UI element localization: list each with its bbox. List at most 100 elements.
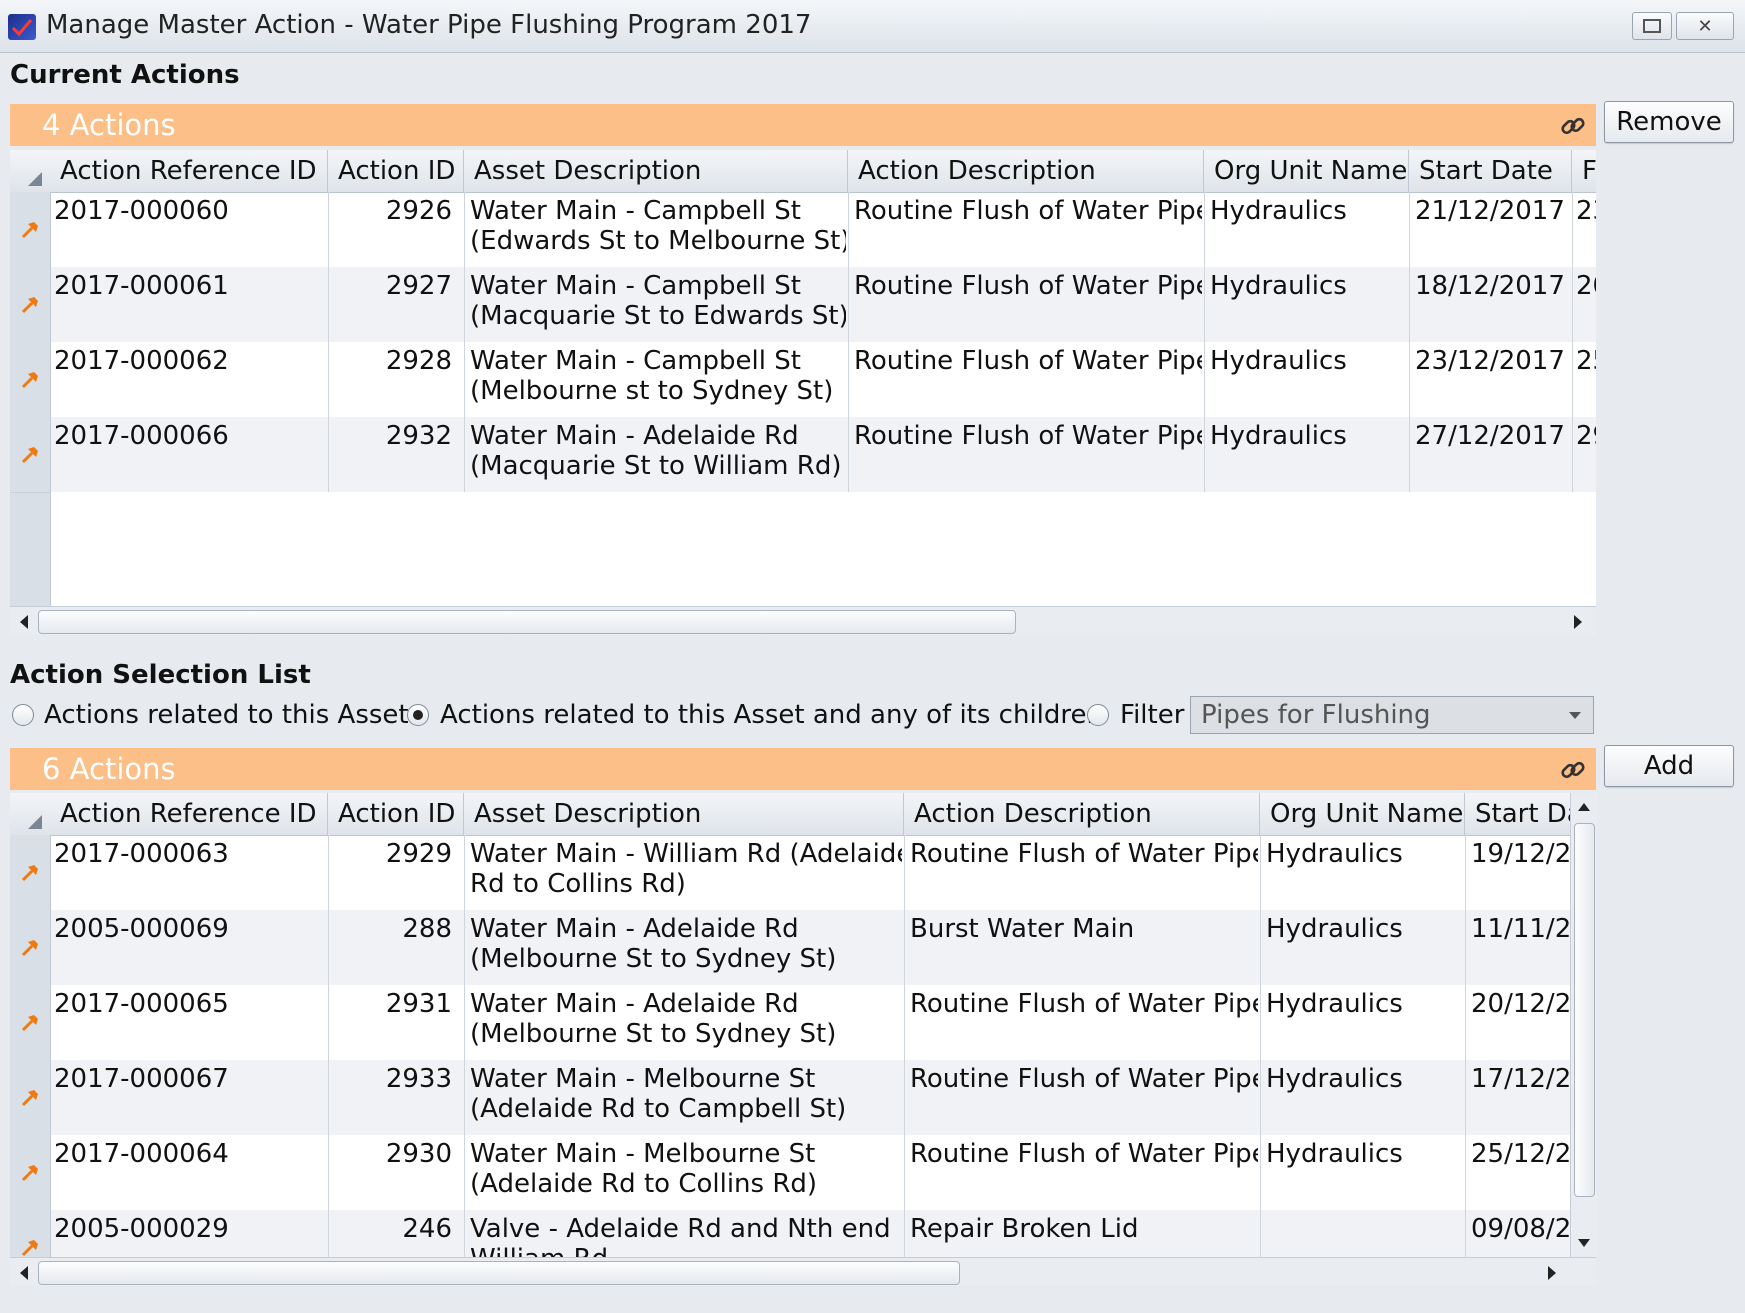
vertical-scrollbar[interactable] [1570,793,1597,1257]
hammer-icon [21,1015,38,1032]
cell-asset-description-line: William Rd [470,1244,902,1257]
cell-org-unit-line: Hydraulics [1266,1139,1403,1169]
link-icon[interactable] [1558,111,1588,141]
cell-asset-description-line: (Edwards St to Melbourne St) [470,226,846,256]
row-selector[interactable] [10,417,51,493]
column-header[interactable]: Action Reference ID [50,793,328,835]
cell-reference-id-line: 2017-000063 [54,839,229,869]
scroll-left-icon[interactable] [20,615,28,629]
column-header[interactable]: Fi [1572,150,1596,192]
add-button[interactable]: Add [1604,745,1734,787]
column-header[interactable]: Action Reference ID [50,150,328,192]
row-selector[interactable] [10,267,51,343]
cell-reference-id: 2017-000066 [54,421,324,451]
cell-start-date: 11/11/2 [1471,914,1570,944]
cell-asset-description-line: Water Main - Campbell St [470,196,801,226]
row-selector[interactable] [10,1210,51,1257]
row-selector[interactable] [10,985,51,1061]
cell-start-date: 19/12/2 [1471,839,1570,869]
table-row[interactable]: 2005-000069 288 Water Main - Adelaide Rd (M… [10,910,1570,986]
scroll-thumb[interactable] [38,610,1016,634]
table-row[interactable]: 2017-000067 2933 Water Main - Melbourne St… [10,1060,1570,1136]
scroll-down-icon[interactable] [1578,1239,1590,1247]
table-row[interactable]: 2017-000060 2926 Water Main - Campbell St(… [10,192,1596,268]
link-icon[interactable] [1558,755,1588,785]
cell-org-unit: Hydraulics [1266,1139,1462,1169]
cell-org-unit-line: Hydraulics [1210,421,1347,451]
cell-action-description-line: Repair Broken Lid [910,1214,1139,1244]
filter-select[interactable]: Pipes for Flushing [1190,696,1594,734]
column-header[interactable]: Start Da [1465,793,1570,835]
cell-asset-description-line: (Melbourne St to Sydney St) [470,944,837,974]
cell-org-unit: Hydraulics [1266,914,1462,944]
scroll-right-icon[interactable] [1548,1266,1556,1280]
cell-reference-id: 2005-000029 [54,1214,324,1244]
radio-asset-and-children[interactable] [407,704,429,726]
cell-org-unit-line: Hydraulics [1266,1064,1403,1094]
restore-button[interactable] [1632,12,1672,40]
cell-reference-id: 2005-000069 [54,914,324,944]
cell-start-date: 21/12/2017 [1415,196,1570,226]
cell-start-date: 18/12/2017 [1415,271,1570,301]
grid-header: Action Reference ID Action ID Asset Desc… [10,150,1596,193]
row-selector[interactable] [10,910,51,986]
cell-action-id-line: 2930 [385,1139,452,1169]
table-row[interactable]: 2005-000029 246 Valve - Adelaide Rd and Nt… [10,1210,1570,1257]
row-selector[interactable] [10,835,51,911]
app-icon [8,14,36,40]
horizontal-scrollbar[interactable] [10,1257,1596,1286]
column-header[interactable]: Action Description [904,793,1260,835]
cell-asset-description-line: (Melbourne St to Sydney St) [470,1019,837,1049]
radio-asset-and-children-label[interactable]: Actions related to this Asset and any of… [440,700,1103,730]
column-header[interactable]: Org Unit Name [1204,150,1409,192]
selection-count: 6 Actions [42,752,176,786]
cell-finish-date: 25 [1576,346,1596,376]
horizontal-scrollbar[interactable] [10,606,1596,635]
radio-filter[interactable] [1087,704,1109,726]
table-row[interactable]: 2017-000064 2930 Water Main - Melbourne St… [10,1135,1570,1211]
cell-asset-description-line: (Macquarie St to William Rd) [470,451,842,481]
scroll-up-icon[interactable] [1578,803,1590,811]
cell-reference-id-line: 2017-000065 [54,989,229,1019]
cell-asset-description: Water Main - Adelaide Rd (Melbourne St to… [470,989,902,1049]
row-selector[interactable] [10,1060,51,1136]
radio-asset-only-label[interactable]: Actions related to this Asset [44,700,409,730]
column-header[interactable]: Action ID [328,793,464,835]
table-row[interactable]: 2017-000061 2927 Water Main - Campbell St(… [10,267,1596,343]
cell-start-date-line: 21/12/2017 [1415,196,1565,226]
radio-asset-only[interactable] [12,704,34,726]
table-row[interactable]: 2017-000065 2931 Water Main - Adelaide Rd(… [10,985,1570,1061]
column-header[interactable]: Action Description [848,150,1204,192]
hammer-icon [21,1240,38,1257]
remove-button[interactable]: Remove [1604,101,1734,143]
row-selector[interactable] [10,192,51,268]
column-header[interactable]: Start Date [1409,150,1572,192]
column-header[interactable]: Action ID [328,150,464,192]
column-header[interactable]: Org Unit Name [1260,793,1465,835]
scroll-thumb[interactable] [38,1261,960,1285]
cell-action-id-line: 288 [402,914,452,944]
column-header[interactable]: Asset Description [464,150,848,192]
select-all-corner[interactable] [28,815,42,829]
hammer-icon [21,865,38,882]
cell-reference-id-line: 2017-000062 [54,346,229,376]
hammer-icon [21,940,38,957]
select-all-corner[interactable] [28,172,42,186]
scroll-right-icon[interactable] [1574,615,1582,629]
row-selector[interactable] [10,1135,51,1211]
cell-action-id: 2930 [332,1139,452,1169]
table-row[interactable]: 2017-000063 2929 Water Main - William Rd (… [10,835,1570,911]
cell-org-unit-line: Hydraulics [1210,346,1347,376]
table-row[interactable]: 2017-000062 2928 Water Main - Campbell St(… [10,342,1596,418]
table-row[interactable]: 2017-000066 2932 Water Main - Adelaide Rd(… [10,417,1596,493]
cell-action-description: Burst Water Main [910,914,1258,944]
row-selector[interactable] [10,342,51,418]
cell-reference-id: 2017-000064 [54,1139,324,1169]
scroll-thumb[interactable] [1574,823,1595,1197]
radio-filter-label[interactable]: Filter [1120,700,1184,730]
column-header[interactable]: Asset Description [464,793,904,835]
cell-start-date: 23/12/2017 [1415,346,1570,376]
cell-reference-id: 2017-000062 [54,346,324,376]
scroll-left-icon[interactable] [20,1266,28,1280]
close-button[interactable]: ✕ [1676,12,1734,40]
